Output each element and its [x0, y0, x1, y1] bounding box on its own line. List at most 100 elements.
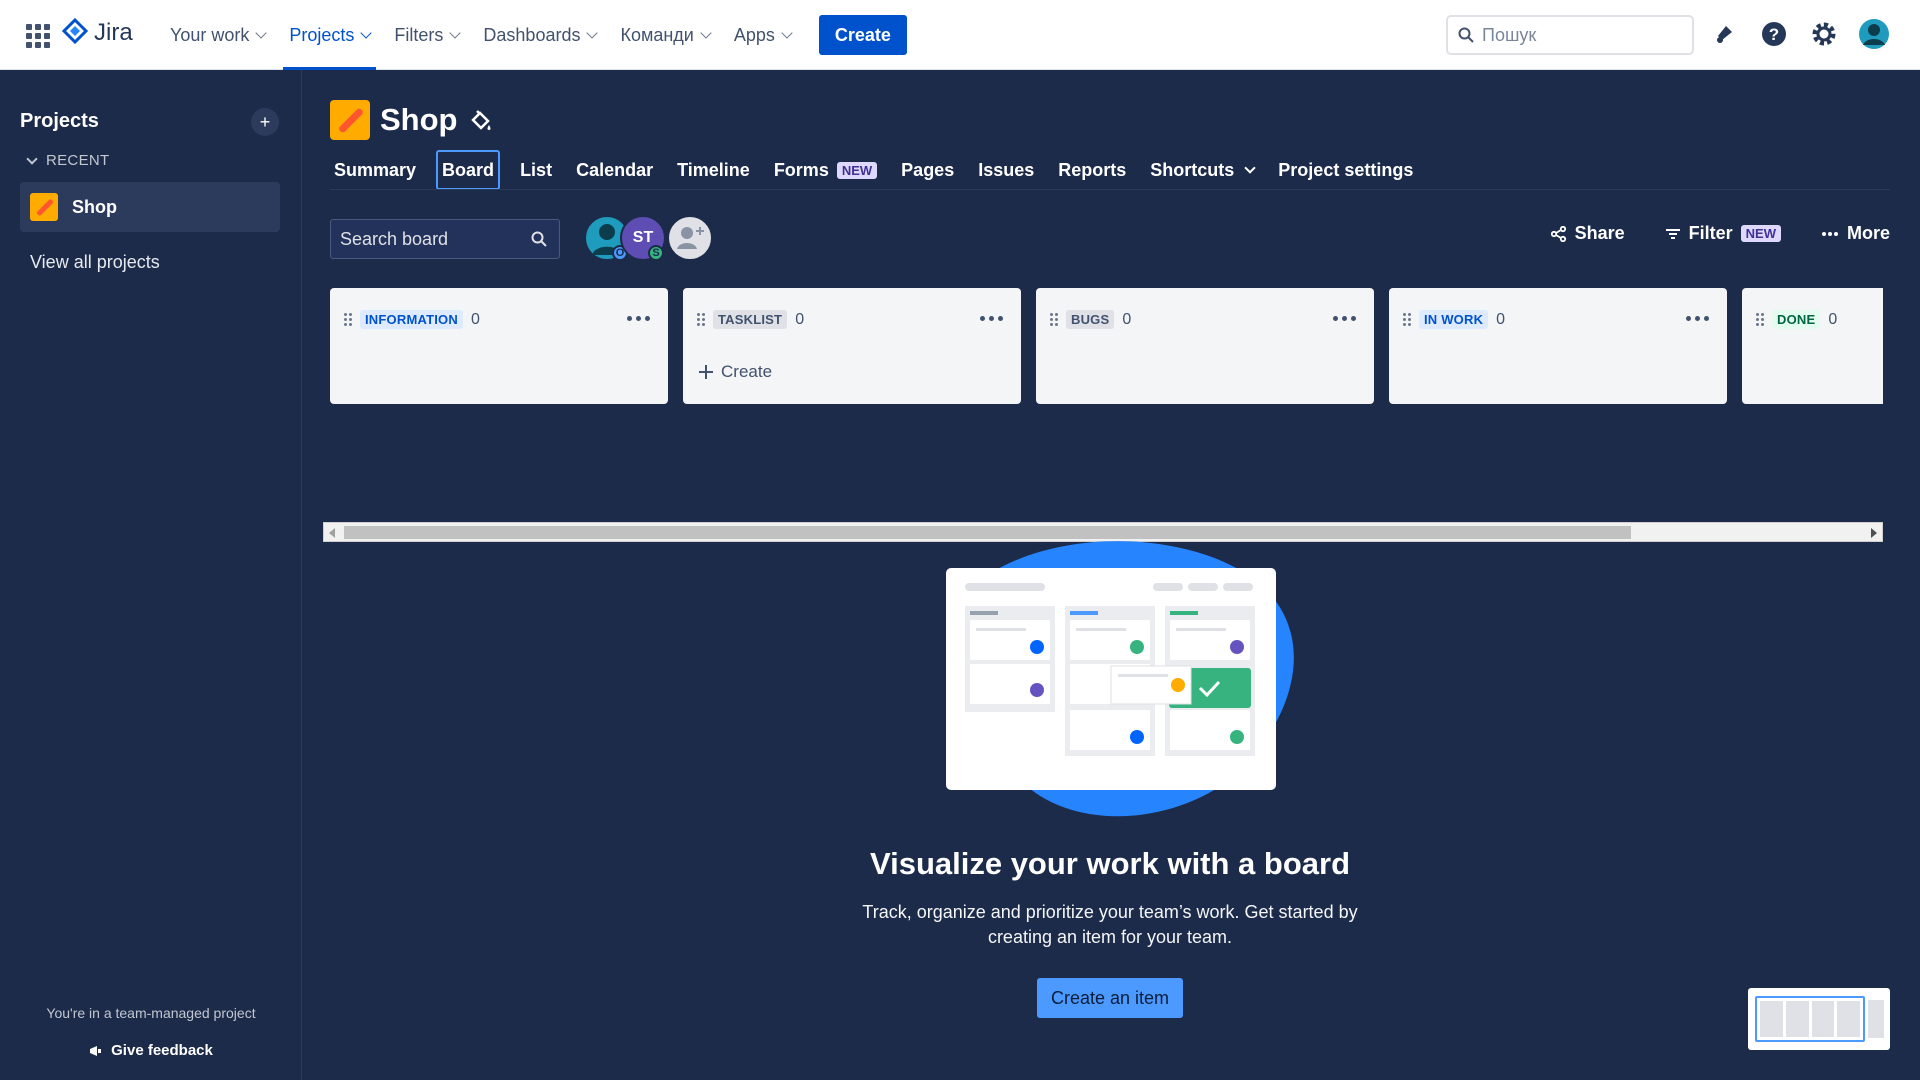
scrollbar-thumb[interactable] — [344, 526, 1631, 539]
tab-summary[interactable]: Summary — [322, 150, 428, 190]
give-feedback-button[interactable]: Give feedback — [0, 1042, 302, 1059]
column-more-icon[interactable] — [1333, 316, 1356, 321]
board-column-in-work: IN WORK 0 — [1389, 288, 1727, 404]
search-icon — [531, 231, 547, 247]
tabs-divider — [330, 189, 1890, 190]
drag-handle-icon[interactable] — [1050, 312, 1058, 327]
project-sidebar: Projects + RECENT Shop View all projects… — [0, 70, 302, 1080]
tab-forms[interactable]: Forms NEW — [762, 150, 889, 190]
global-search-input[interactable]: Пошук — [1446, 15, 1694, 55]
tab-shortcuts[interactable]: Shortcuts — [1138, 150, 1266, 190]
share-icon — [1550, 225, 1566, 242]
nav-projects[interactable]: Projects — [277, 0, 382, 70]
nav-your-work[interactable]: Your work — [158, 0, 277, 70]
column-name: TASKLIST — [713, 310, 788, 329]
board-horizontal-scrollbar[interactable] — [323, 522, 1883, 542]
assignee-avatars: O ST S — [584, 215, 714, 263]
column-count: 0 — [795, 310, 805, 328]
column-header: IN WORK 0 — [1403, 310, 1505, 329]
more-button[interactable]: More — [1821, 223, 1890, 244]
add-project-button[interactable]: + — [251, 108, 279, 136]
chevron-down-icon — [360, 27, 373, 39]
notifications-icon[interactable] — [1708, 17, 1740, 51]
nav-teams-label: Команди — [620, 24, 694, 45]
column-create-button[interactable]: Create — [699, 362, 772, 382]
scroll-right-icon[interactable] — [1871, 528, 1877, 538]
drag-handle-icon[interactable] — [1756, 312, 1764, 327]
board-actions: Share Filter NEW More — [1550, 223, 1890, 244]
sidebar-item-label: Shop — [72, 196, 117, 217]
filter-label: Filter — [1688, 223, 1733, 243]
paint-bucket-icon[interactable] — [468, 108, 494, 134]
column-create-label: Create — [721, 362, 773, 381]
column-more-icon[interactable] — [980, 316, 1003, 321]
drag-handle-icon[interactable] — [697, 312, 705, 327]
help-icon[interactable]: ? — [1758, 17, 1790, 51]
chevron-down-icon — [700, 27, 712, 39]
global-search-placeholder: Пошук — [1482, 24, 1537, 45]
recent-label: RECENT — [46, 152, 110, 169]
tab-board[interactable]: Board — [436, 150, 501, 190]
nav-apps-label: Apps — [733, 24, 775, 45]
profile-avatar[interactable] — [1858, 17, 1890, 51]
settings-icon[interactable] — [1808, 17, 1840, 51]
nav-filters[interactable]: Filters — [382, 0, 471, 70]
tab-calendar[interactable]: Calendar — [564, 150, 665, 190]
tab-issues[interactable]: Issues — [966, 150, 1046, 190]
sidebar-item-shop[interactable]: Shop — [20, 182, 280, 232]
board-column-bugs: BUGS 0 — [1036, 288, 1374, 404]
nav-projects-label: Projects — [289, 24, 355, 45]
share-button[interactable]: Share — [1550, 223, 1625, 244]
more-icon — [1821, 231, 1838, 236]
board-column-tasklist: TASKLIST 0 Create — [683, 288, 1021, 404]
avatar[interactable]: ST S — [620, 215, 666, 261]
plus-icon — [699, 365, 713, 379]
chevron-down-icon — [449, 27, 462, 39]
drag-handle-icon[interactable] — [344, 312, 352, 327]
column-name: INFORMATION — [360, 310, 463, 329]
column-name: BUGS — [1066, 310, 1115, 329]
tab-timeline[interactable]: Timeline — [665, 150, 762, 190]
minimap-viewport[interactable] — [1755, 996, 1865, 1042]
nav-your-work-label: Your work — [170, 24, 250, 45]
board-column-done: DONE 0 — [1742, 288, 1883, 404]
filter-button[interactable]: Filter NEW — [1665, 223, 1781, 244]
give-feedback-label: Give feedback — [111, 1042, 213, 1059]
search-icon — [1458, 27, 1474, 43]
empty-state-title: Visualize your work with a board — [869, 846, 1351, 881]
app-switcher-icon[interactable] — [26, 24, 50, 48]
create-an-item-button[interactable]: Create an item — [1037, 978, 1183, 1018]
jira-logo[interactable]: Jira — [62, 18, 133, 48]
tab-reports[interactable]: Reports — [1046, 150, 1138, 190]
column-name: IN WORK — [1419, 310, 1489, 329]
column-header: TASKLIST 0 — [697, 310, 804, 329]
drag-handle-icon[interactable] — [1403, 312, 1411, 327]
board-minimap[interactable] — [1748, 988, 1890, 1050]
tab-project-settings[interactable]: Project settings — [1266, 150, 1425, 190]
scroll-left-icon[interactable] — [329, 528, 335, 538]
nav-teams[interactable]: Команди — [608, 0, 721, 70]
tab-list[interactable]: List — [508, 150, 564, 190]
recent-toggle[interactable]: RECENT — [26, 152, 110, 169]
view-all-projects-link[interactable]: View all projects — [30, 252, 160, 273]
megaphone-icon — [90, 1045, 102, 1056]
column-more-icon[interactable] — [627, 316, 650, 321]
tab-pages[interactable]: Pages — [889, 150, 966, 190]
sidebar-title: Projects — [20, 110, 99, 132]
column-more-icon[interactable] — [1686, 316, 1709, 321]
nav-apps[interactable]: Apps — [722, 0, 803, 70]
empty-state-description: Track, organize and prioritize your team… — [862, 902, 1358, 947]
add-people-button[interactable] — [667, 215, 713, 261]
board-search-placeholder: Search board — [340, 228, 449, 249]
column-header: DONE 0 — [1756, 310, 1837, 329]
share-label: Share — [1574, 223, 1625, 243]
new-badge: NEW — [836, 161, 878, 179]
board-column-information: INFORMATION 0 — [330, 288, 668, 404]
board-search-input[interactable]: Search board — [330, 219, 560, 259]
avatar-badge: S — [648, 245, 664, 261]
create-button[interactable]: Create — [818, 15, 907, 55]
nav-dashboards[interactable]: Dashboards — [471, 0, 608, 70]
chevron-down-icon — [586, 27, 599, 39]
board-columns: INFORMATION 0 TASKLIST 0 Create BUGS 0 I… — [330, 288, 1883, 406]
new-badge: NEW — [1740, 225, 1781, 242]
